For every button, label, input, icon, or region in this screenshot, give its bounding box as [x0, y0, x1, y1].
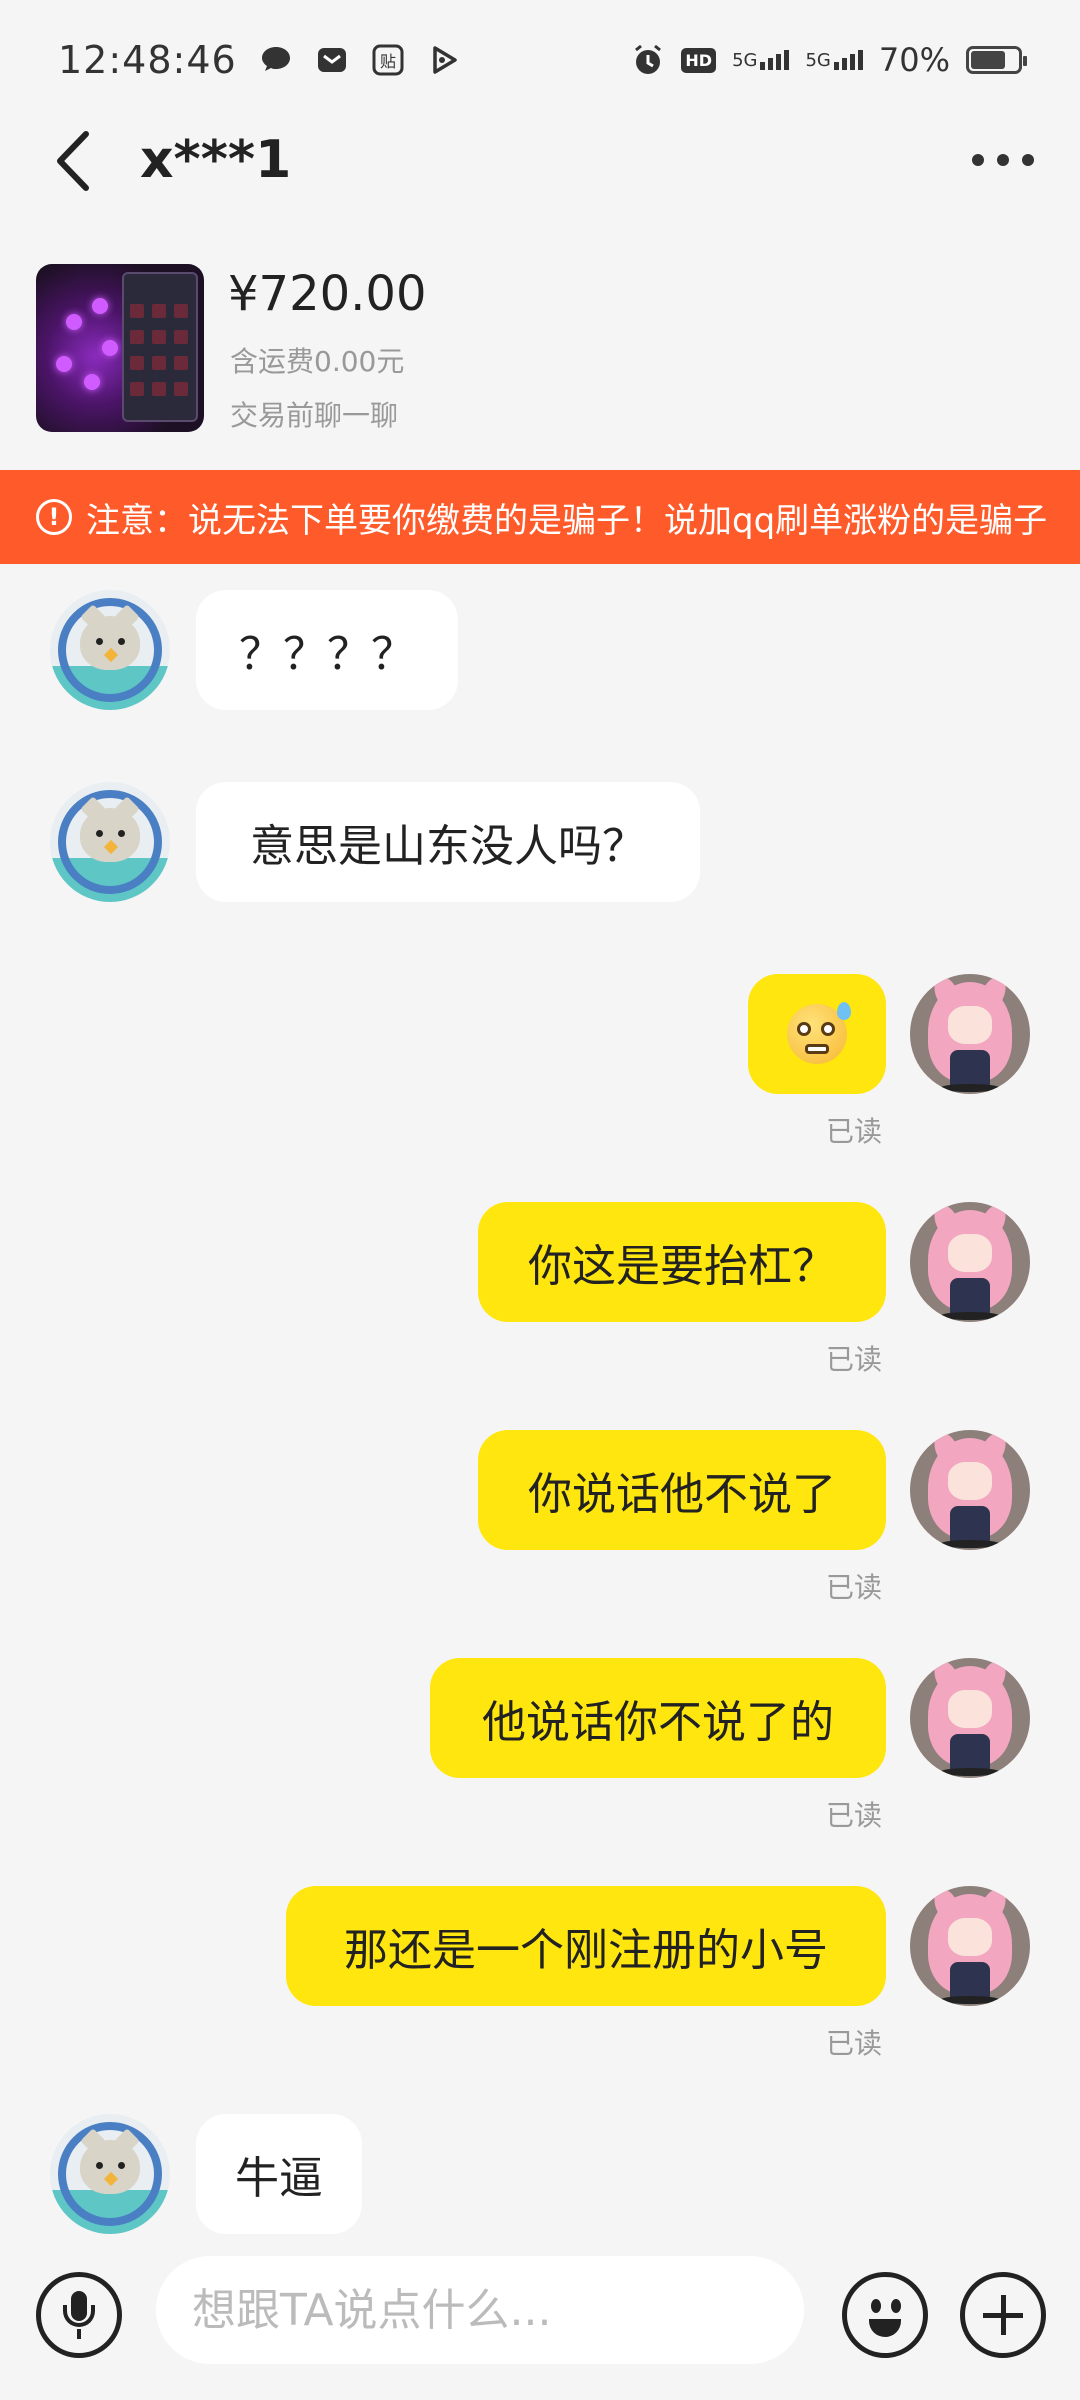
mail-app-icon [317, 48, 346, 72]
message-bubble-icon [261, 47, 290, 71]
more-options-icon[interactable] [968, 140, 1038, 180]
warning-banner: ! 注意：说无法下单要你缴费的是骗子！说加qq刷单涨粉的是骗子 [0, 470, 1080, 564]
tieba-app-icon: 贴 [372, 44, 404, 76]
play-app-icon [432, 46, 457, 74]
read-receipt: 已读 [826, 1571, 883, 1604]
message-row: 已读 [0, 974, 1080, 1150]
read-receipt: 已读 [826, 1115, 883, 1148]
signal-icon-1: 5G [732, 50, 790, 70]
anxious-sweat-face-emoji [787, 1002, 851, 1064]
plus-icon[interactable] [960, 2272, 1046, 2358]
message-bubble-outgoing[interactable]: 那还是一个刚注册的小号 [286, 1886, 886, 2006]
product-hint: 交易前聊一聊 [230, 399, 399, 432]
product-price: ¥720.00 [228, 266, 427, 322]
message-input[interactable] [156, 2256, 804, 2364]
message-bubble-incoming[interactable]: ？？？？ [196, 590, 458, 710]
message-row: 那还是一个刚注册的小号 已读 [0, 1886, 1080, 2062]
status-time: 12:48:46 [58, 38, 237, 82]
emoji-icon[interactable] [842, 2272, 928, 2358]
message-row: 他说话你不说了的 已读 [0, 1658, 1080, 1834]
signal-icon-2: 5G [805, 50, 863, 70]
battery-percent: 70% [878, 41, 950, 79]
message-bubble-outgoing[interactable] [748, 974, 886, 1094]
product-card[interactable]: ¥720.00 含运费0.00元 交易前聊一聊 [36, 262, 1036, 434]
product-shipping: 含运费0.00元 [230, 345, 405, 378]
hd-icon: HD [681, 47, 717, 73]
user-avatar[interactable] [910, 1658, 1030, 1778]
chat-title: x***1 [140, 130, 292, 190]
input-bar [0, 2240, 1080, 2400]
contact-avatar[interactable] [50, 782, 170, 902]
product-thumbnail[interactable] [36, 264, 204, 432]
battery-icon [966, 46, 1027, 74]
user-avatar[interactable] [910, 1430, 1030, 1550]
contact-avatar[interactable] [50, 2114, 170, 2234]
message-bubble-outgoing[interactable]: 你这是要抬杠？ [478, 1202, 886, 1322]
message-row: 你这是要抬杠？ 已读 [0, 1202, 1080, 1378]
read-receipt: 已读 [826, 2027, 883, 2060]
message-row: 牛逼 [0, 2114, 1080, 2234]
contact-avatar[interactable] [50, 590, 170, 710]
user-avatar[interactable] [910, 974, 1030, 1094]
user-avatar[interactable] [910, 1886, 1030, 2006]
exclamation-circle-icon: ! [36, 499, 72, 535]
read-receipt: 已读 [826, 1343, 883, 1376]
message-row: 你说话他不说了 已读 [0, 1430, 1080, 1606]
status-bar: 12:48:46 贴 HD 5G 5G 70% [0, 0, 1080, 120]
read-receipt: 已读 [826, 1799, 883, 1832]
back-arrow-icon[interactable] [46, 128, 106, 194]
warning-text: 注意：说无法下单要你缴费的是骗子！说加qq刷单涨粉的是骗子 [86, 500, 1048, 541]
message-bubble-incoming[interactable]: 意思是山东没人吗？ [196, 782, 700, 902]
message-row: 意思是山东没人吗？ [0, 782, 1080, 902]
message-bubble-outgoing[interactable]: 他说话你不说了的 [430, 1658, 886, 1778]
alarm-icon [635, 44, 662, 74]
message-row: ？？？？ [0, 590, 1080, 710]
microphone-icon[interactable] [36, 2272, 122, 2358]
message-bubble-incoming[interactable]: 牛逼 [196, 2114, 362, 2234]
message-bubble-outgoing[interactable]: 你说话他不说了 [478, 1430, 886, 1550]
svg-text:贴: 贴 [380, 52, 396, 71]
user-avatar[interactable] [910, 1202, 1030, 1322]
